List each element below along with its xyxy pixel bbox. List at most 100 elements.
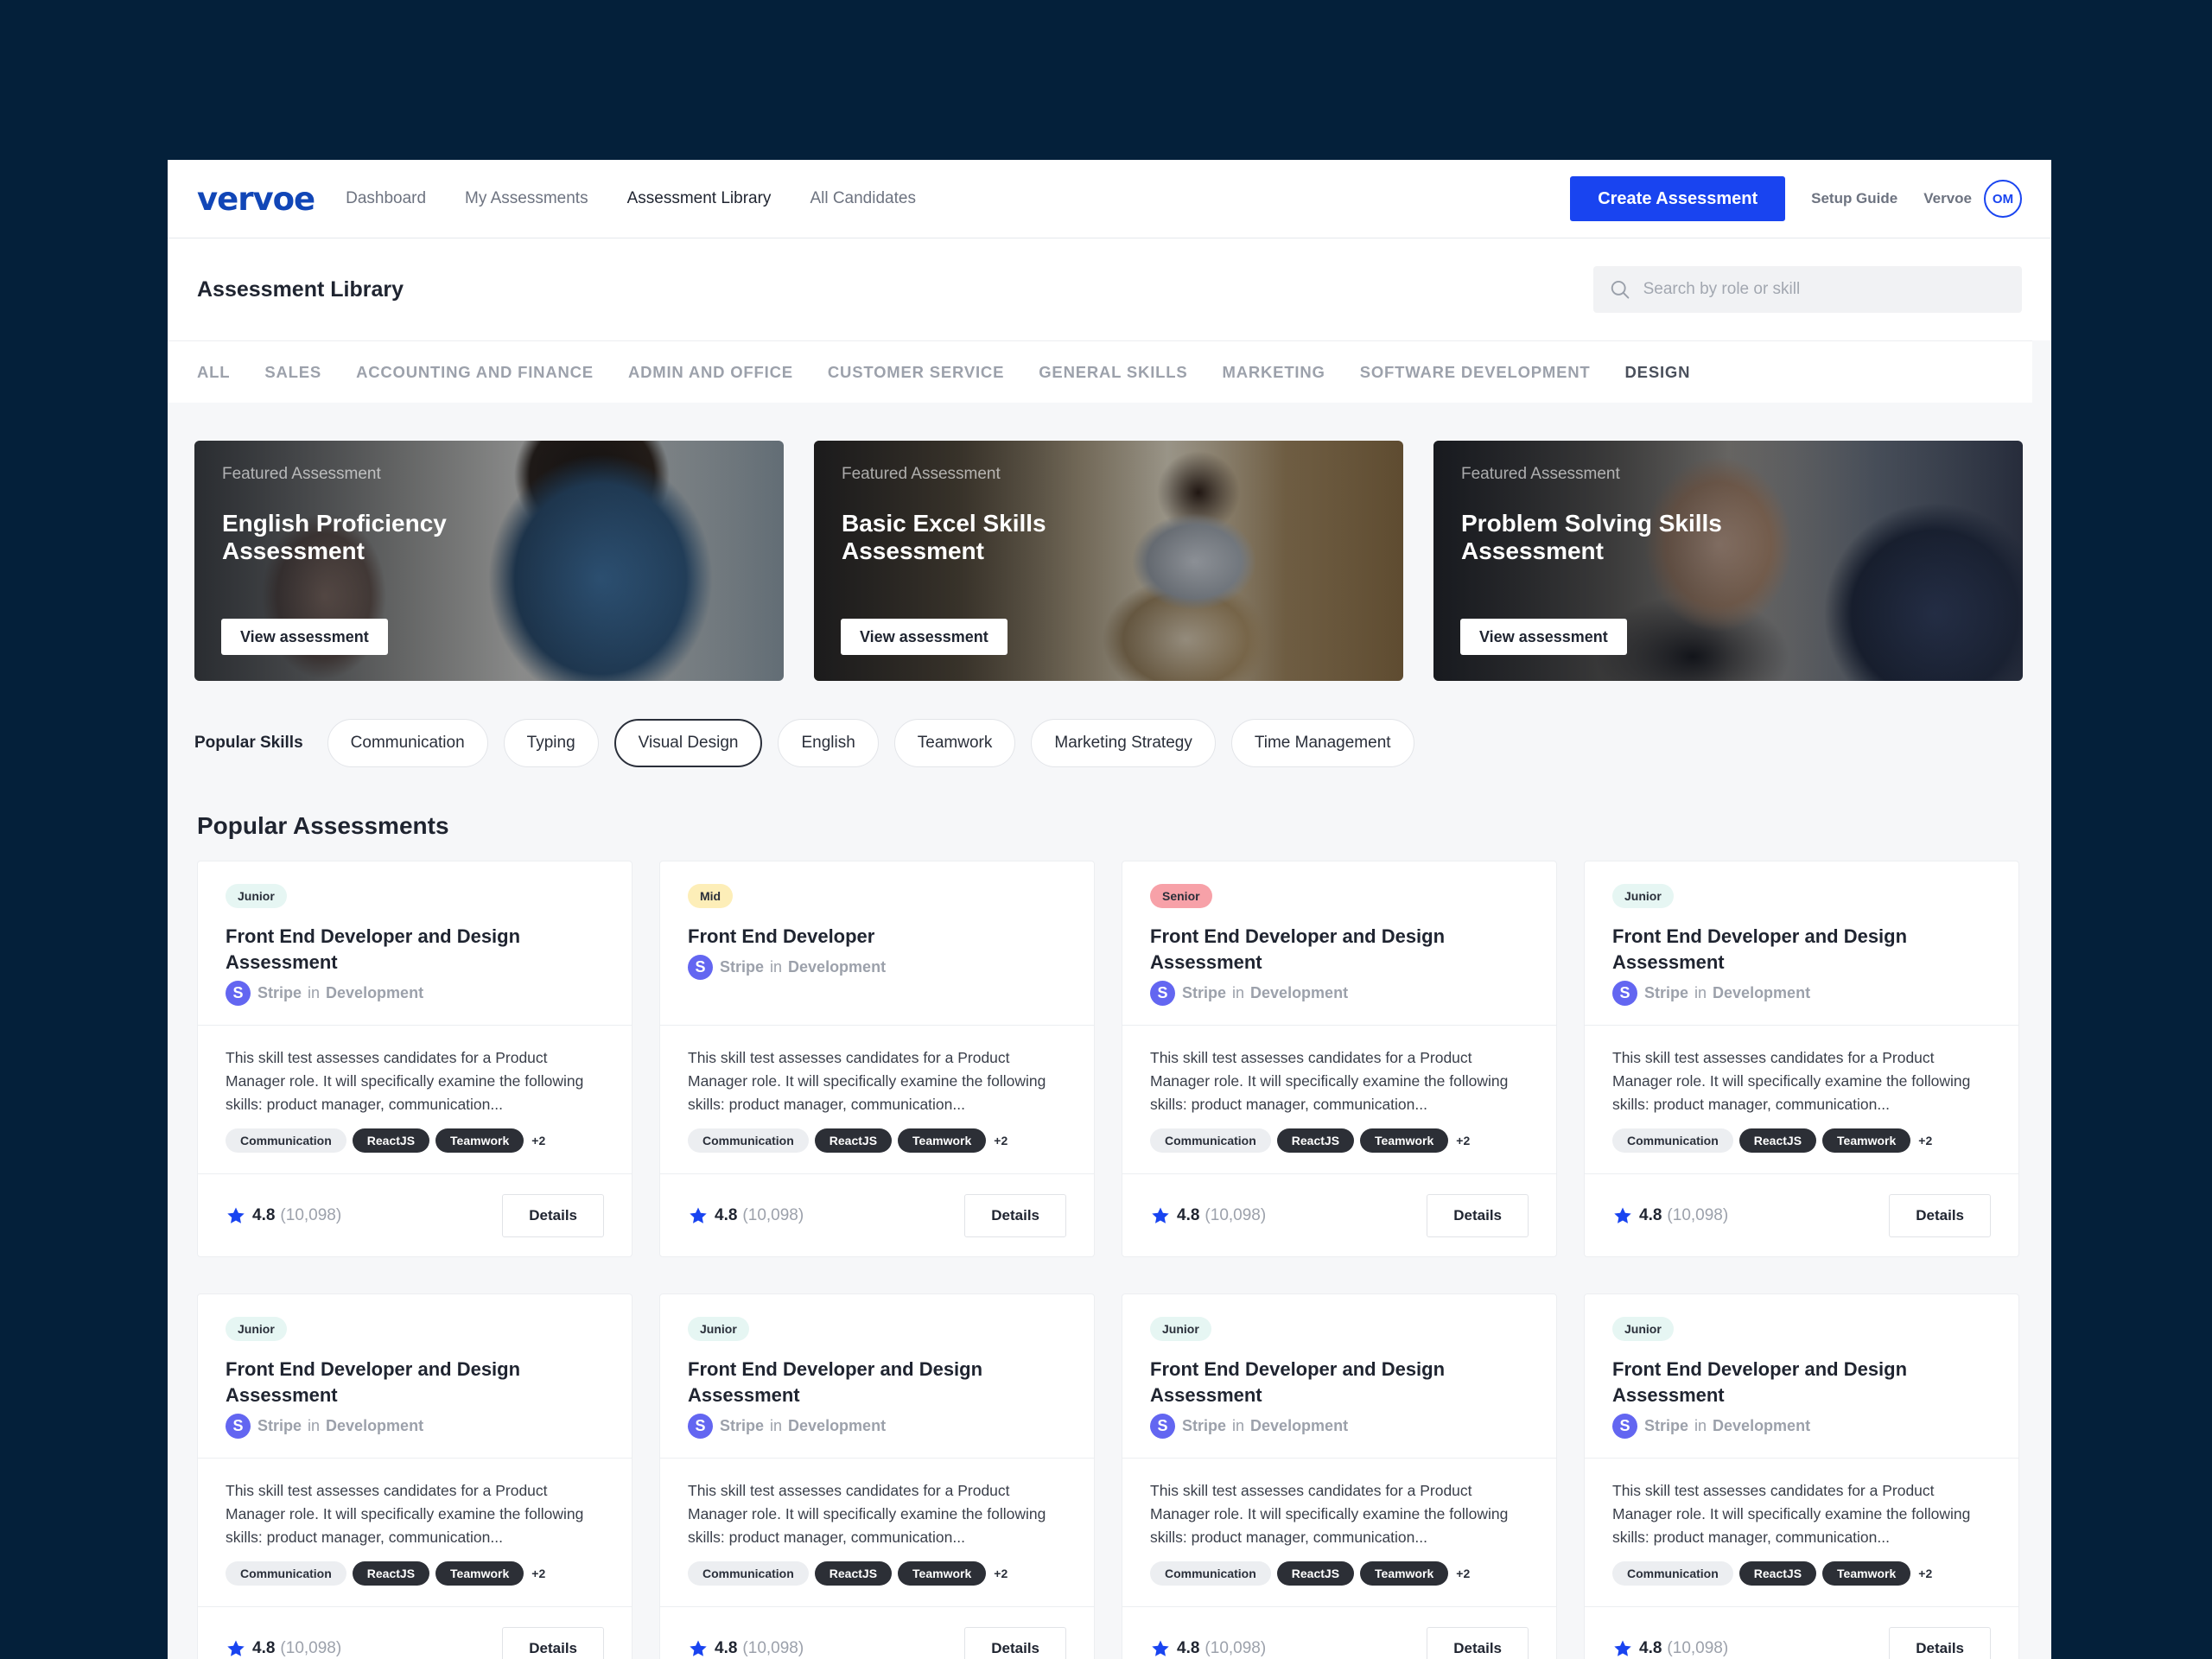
details-button[interactable]: Details <box>502 1626 604 1659</box>
star-icon <box>1614 1207 1631 1224</box>
user-name[interactable]: Vervoe <box>1923 190 1972 207</box>
rating-score: 4.8 <box>715 1638 738 1657</box>
featured-content: Featured Assessment English Proficiency … <box>222 465 499 565</box>
skill-chip-english[interactable]: English <box>778 719 879 767</box>
more-tags-count: +2 <box>1918 1567 1933 1580</box>
card-title[interactable]: Front End Developer <box>688 924 1066 950</box>
details-button[interactable]: Details <box>502 1193 604 1237</box>
details-button[interactable]: Details <box>964 1626 1066 1659</box>
card-footer: 4.8 (10,098) Details <box>198 1174 632 1256</box>
card-description: This skill test assesses candidates for … <box>226 1049 584 1113</box>
skill-tag: ReactJS <box>814 1128 893 1153</box>
skill-chip-time-management[interactable]: Time Management <box>1230 719 1414 767</box>
tab-accounting-and-finance[interactable]: ACCOUNTING AND FINANCE <box>356 363 594 382</box>
company-line: S Stripe in Development <box>1150 981 1529 1006</box>
skill-tags: Communication ReactJS Teamwork +2 <box>688 1128 1066 1153</box>
company-line: S Stripe in Development <box>1150 1414 1529 1439</box>
rating-count: (10,098) <box>1667 1205 1729 1224</box>
card-title[interactable]: Front End Developer and Design Assessmen… <box>1150 924 1529 976</box>
featured-kicker: Featured Assessment <box>842 465 1001 483</box>
card-title[interactable]: Front End Developer and Design Assessmen… <box>226 1357 604 1408</box>
card-description: This skill test assesses candidates for … <box>688 1049 1046 1113</box>
assessment-card[interactable]: Junior Front End Developer and Design As… <box>1584 1294 2019 1659</box>
rating-count: (10,098) <box>1667 1638 1729 1657</box>
tab-all[interactable]: ALL <box>197 363 230 382</box>
card-footer: 4.8 (10,098) Details <box>1122 1607 1556 1659</box>
star-icon <box>227 1640 245 1656</box>
details-button[interactable]: Details <box>1889 1626 1991 1659</box>
more-tags-count: +2 <box>531 1567 546 1580</box>
nav-link-dashboard[interactable]: Dashboard <box>346 189 426 208</box>
card-title[interactable]: Front End Developer and Design Assessmen… <box>688 1357 1066 1408</box>
featured-card[interactable]: Featured Assessment Basic Excel Skills A… <box>814 441 1403 681</box>
tab-general-skills[interactable]: GENERAL SKILLS <box>1039 363 1187 382</box>
skill-tag: Communication <box>1150 1561 1271 1586</box>
nav-link-all-candidates[interactable]: All Candidates <box>810 189 916 208</box>
assessment-card[interactable]: Junior Front End Developer and Design As… <box>197 1294 632 1659</box>
card-footer: 4.8 (10,098) Details <box>660 1607 1094 1659</box>
assessment-card[interactable]: Senior Front End Developer and Design As… <box>1122 861 1557 1257</box>
vervoe-logo[interactable]: vervoe <box>197 181 315 218</box>
popular-skills: Popular Skills Communication Typing Visu… <box>168 681 2051 767</box>
skill-tag: Communication <box>1150 1128 1271 1153</box>
card-title[interactable]: Front End Developer and Design Assessmen… <box>1612 1357 1991 1408</box>
skill-chip-communication[interactable]: Communication <box>327 719 488 767</box>
rating-score: 4.8 <box>1639 1638 1662 1657</box>
assessment-card[interactable]: Junior Front End Developer and Design As… <box>659 1294 1095 1659</box>
details-button[interactable]: Details <box>964 1193 1066 1237</box>
nav-link-assessment-library[interactable]: Assessment Library <box>627 189 772 208</box>
details-button[interactable]: Details <box>1427 1626 1529 1659</box>
tab-software-development[interactable]: SOFTWARE DEVELOPMENT <box>1360 363 1591 382</box>
skill-chip-typing[interactable]: Typing <box>503 719 599 767</box>
skill-tag: Communication <box>226 1561 346 1586</box>
details-button[interactable]: Details <box>1889 1193 1991 1237</box>
more-tags-count: +2 <box>531 1134 546 1147</box>
search-input[interactable] <box>1643 280 2006 299</box>
category-tabs: ALL SALES ACCOUNTING AND FINANCE ADMIN A… <box>168 340 2032 403</box>
company-name: Stripe <box>257 984 302 1001</box>
assessment-card[interactable]: Mid Front End Developer S Stripe in Deve… <box>659 861 1095 1257</box>
card-header: Junior Front End Developer and Design As… <box>1585 861 2018 1026</box>
tab-customer-service[interactable]: CUSTOMER SERVICE <box>828 363 1004 382</box>
top-nav: vervoe Dashboard My Assessments Assessme… <box>168 160 2051 238</box>
view-assessment-button[interactable]: View assessment <box>1460 619 1627 655</box>
setup-guide-link[interactable]: Setup Guide <box>1811 190 1897 207</box>
tab-sales[interactable]: SALES <box>264 363 321 382</box>
company-in: in <box>308 984 321 1001</box>
tab-design[interactable]: DESIGN <box>1625 363 1691 382</box>
tab-marketing[interactable]: MARKETING <box>1222 363 1325 382</box>
company-name: Stripe <box>720 958 765 976</box>
view-assessment-button[interactable]: View assessment <box>221 619 388 655</box>
assessment-card[interactable]: Junior Front End Developer and Design As… <box>1122 1294 1557 1659</box>
skill-chip-teamwork[interactable]: Teamwork <box>893 719 1016 767</box>
details-button[interactable]: Details <box>1427 1193 1529 1237</box>
rating-score: 4.8 <box>1177 1205 1200 1224</box>
skill-chip-marketing-strategy[interactable]: Marketing Strategy <box>1031 719 1216 767</box>
card-header: Junior Front End Developer and Design As… <box>660 1294 1094 1459</box>
card-body: This skill test assesses candidates for … <box>1585 1026 2018 1174</box>
company-in: in <box>770 1417 783 1434</box>
stripe-logo-icon: S <box>688 1414 713 1439</box>
nav-link-my-assessments[interactable]: My Assessments <box>465 189 588 208</box>
card-title[interactable]: Front End Developer and Design Assessmen… <box>1612 924 1991 976</box>
search-box[interactable] <box>1593 266 2022 313</box>
featured-card[interactable]: Featured Assessment Problem Solving Skil… <box>1433 441 2023 681</box>
view-assessment-button[interactable]: View assessment <box>841 619 1007 655</box>
create-assessment-button[interactable]: Create Assessment <box>1570 176 1786 221</box>
more-tags-count: +2 <box>1918 1134 1933 1147</box>
company-name: Stripe <box>1182 984 1227 1001</box>
assessment-card[interactable]: Junior Front End Developer and Design As… <box>1584 861 2019 1257</box>
card-footer: 4.8 (10,098) Details <box>1585 1174 2018 1256</box>
skill-tag: Teamwork <box>898 1128 987 1153</box>
tab-admin-and-office[interactable]: ADMIN AND OFFICE <box>628 363 793 382</box>
card-title[interactable]: Front End Developer and Design Assessmen… <box>1150 1357 1529 1408</box>
avatar[interactable]: OM <box>1984 180 2022 218</box>
assessment-card[interactable]: Junior Front End Developer and Design As… <box>197 861 632 1257</box>
stripe-logo-icon: S <box>1150 981 1175 1006</box>
department-name: Development <box>326 984 424 1001</box>
card-title[interactable]: Front End Developer and Design Assessmen… <box>226 924 604 976</box>
featured-card[interactable]: Featured Assessment English Proficiency … <box>194 441 784 681</box>
company-line: S Stripe in Development <box>1612 1414 1991 1439</box>
skill-chip-visual-design[interactable]: Visual Design <box>613 719 763 767</box>
company-in: in <box>1694 984 1707 1001</box>
